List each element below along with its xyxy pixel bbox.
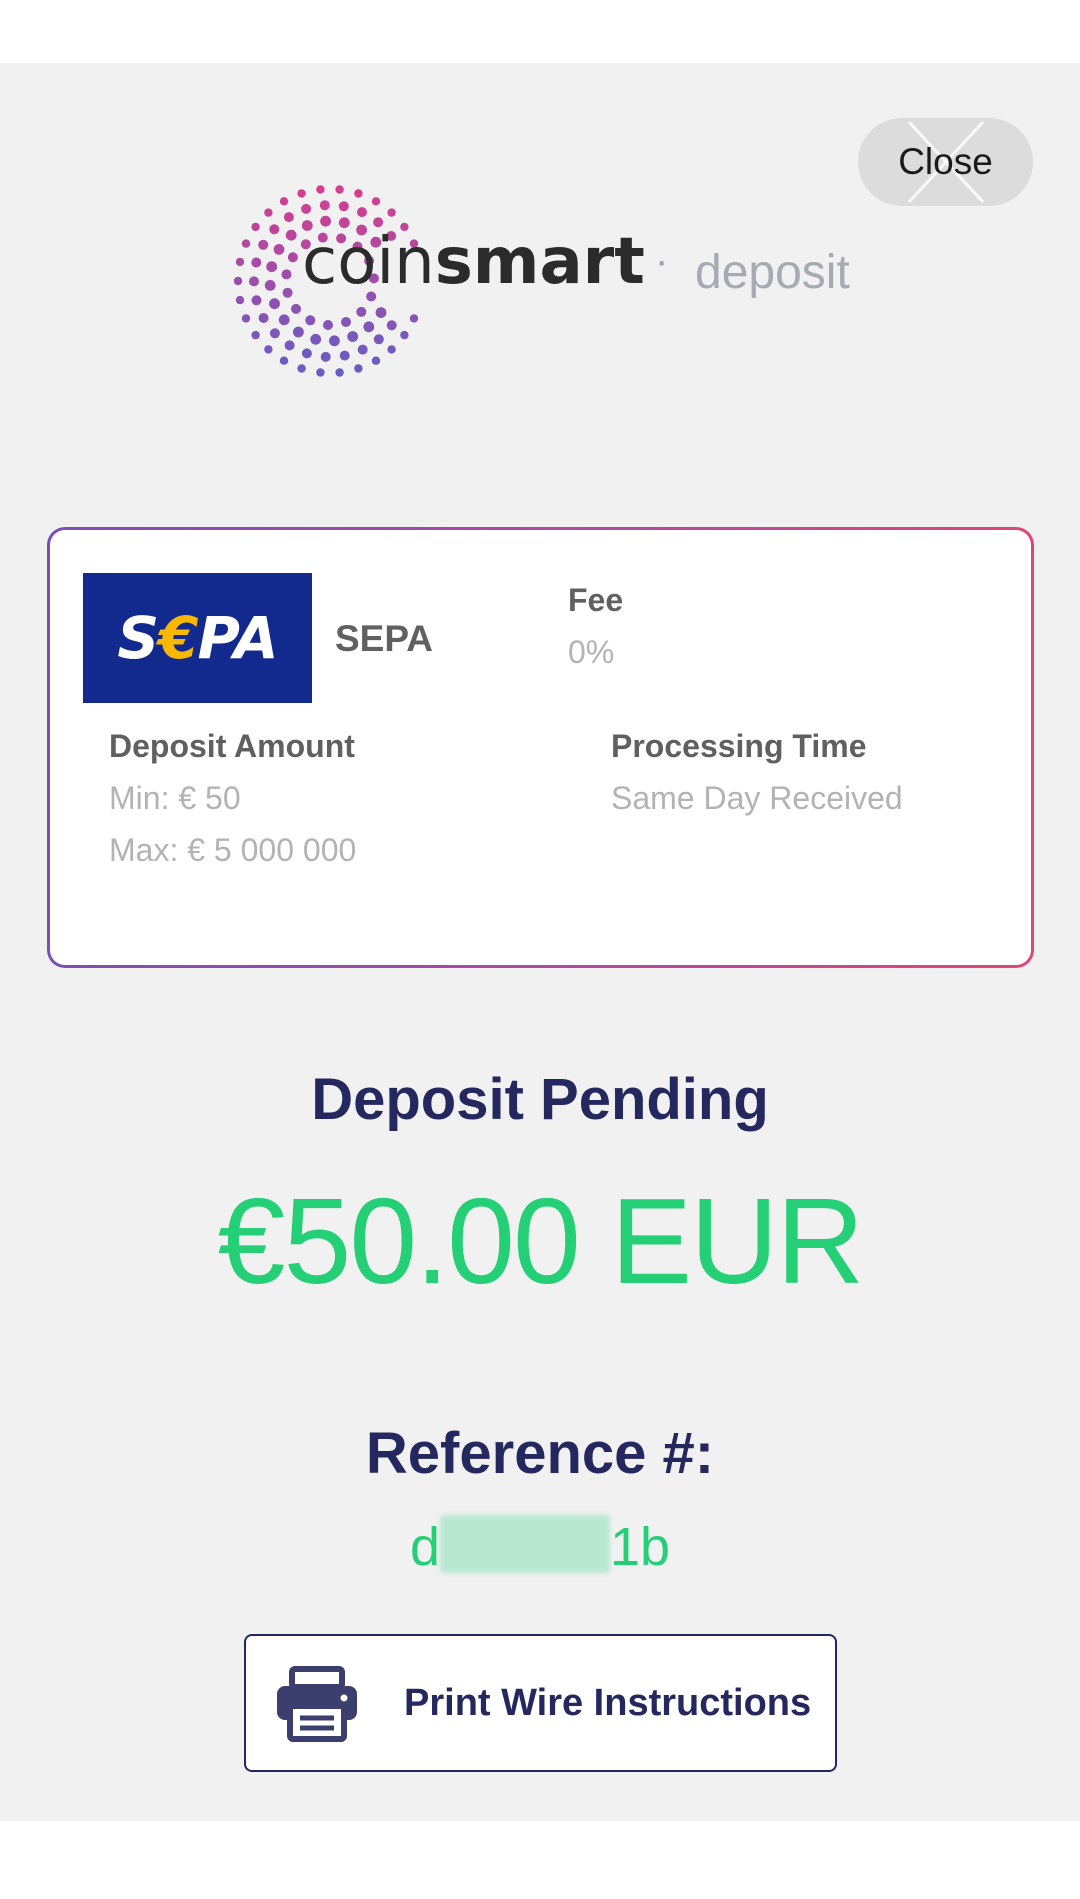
deposit-status-title: Deposit Pending bbox=[311, 1067, 769, 1132]
reference-masked bbox=[439, 1515, 610, 1573]
deposit-amount-label: Deposit Amount bbox=[109, 728, 355, 764]
logo-dot bbox=[251, 222, 260, 232]
logo-dot bbox=[357, 344, 368, 355]
logo-dot bbox=[319, 200, 330, 211]
logo-dot bbox=[371, 197, 381, 206]
reference-title: Reference #: bbox=[365, 1421, 715, 1486]
logo-dot bbox=[266, 261, 278, 273]
close-button[interactable]: Close bbox=[858, 118, 1033, 206]
logo-dot bbox=[293, 326, 304, 338]
logo-dot bbox=[264, 280, 276, 291]
logo-dot bbox=[281, 269, 292, 280]
logo-dot bbox=[387, 345, 396, 354]
payment-method-card: S€PA SEPA Fee 0% Deposit Amount Min: € 5… bbox=[47, 527, 1034, 968]
method-name: SEPA bbox=[335, 618, 434, 659]
logo-dot bbox=[357, 207, 367, 218]
deposit-max-value: Max: € 5 000 000 bbox=[109, 832, 357, 868]
fee-label: Fee bbox=[568, 582, 624, 618]
processing-time-value: Same Day Received bbox=[611, 780, 903, 816]
logo-dot bbox=[273, 244, 285, 255]
logo-dot bbox=[347, 331, 359, 342]
logo-dot bbox=[249, 276, 259, 287]
sepa-logo-pa: PA bbox=[197, 604, 279, 672]
logo-dot bbox=[338, 201, 349, 212]
print-wire-instructions-button[interactable]: Print Wire Instructions bbox=[244, 1634, 837, 1772]
sepa-logo-euro: € bbox=[158, 604, 198, 672]
logo-dot bbox=[301, 203, 312, 214]
printer-icon bbox=[277, 1666, 357, 1742]
logo-dot bbox=[284, 340, 295, 351]
deposit-min-value: Min: € 50 bbox=[109, 780, 241, 816]
logo-dot bbox=[241, 314, 251, 323]
reference-suffix: 1b bbox=[609, 1517, 671, 1577]
logo-dot bbox=[339, 350, 350, 361]
logo-dot bbox=[251, 295, 262, 306]
logo-dot bbox=[323, 320, 333, 330]
brand-wordmark-bold: smart bbox=[434, 225, 645, 299]
logo-dot bbox=[341, 317, 351, 327]
logo-dot bbox=[329, 335, 340, 347]
logo-dot bbox=[251, 257, 262, 268]
processing-time-label: Processing Time bbox=[611, 728, 867, 764]
logo-dot bbox=[278, 314, 290, 326]
logo-dot bbox=[233, 276, 243, 286]
logo-dot bbox=[264, 208, 273, 217]
logo-dot bbox=[279, 197, 289, 206]
logo-dot bbox=[235, 257, 245, 267]
logo-dot bbox=[241, 239, 251, 248]
logo-dot bbox=[356, 306, 367, 317]
logo-dot bbox=[386, 320, 397, 331]
logo-dot bbox=[291, 303, 301, 314]
logo-dot bbox=[387, 208, 396, 217]
logo-dot bbox=[235, 295, 245, 305]
logo-dot bbox=[297, 364, 306, 373]
close-label: Close bbox=[898, 141, 993, 182]
logo-dot bbox=[269, 298, 280, 310]
brand-wordmark-light: coin bbox=[302, 225, 435, 299]
logo-dot bbox=[354, 364, 363, 373]
print-wire-instructions-label: Print Wire Instructions bbox=[404, 1682, 812, 1724]
logo-dot bbox=[320, 351, 331, 362]
logo-separator: · bbox=[655, 239, 669, 283]
fee-value: 0% bbox=[568, 634, 615, 670]
logo-dot bbox=[285, 229, 297, 241]
logo-dot bbox=[373, 334, 384, 345]
logo-dot bbox=[335, 368, 344, 377]
logo-dot bbox=[297, 189, 306, 198]
logo-dot bbox=[258, 313, 269, 323]
deposit-page: Close coinsmart · deposit S€PA SEPA Fee … bbox=[0, 63, 1080, 1821]
reference-prefix: d bbox=[409, 1517, 440, 1577]
logo-dot bbox=[269, 328, 280, 339]
logo-dot bbox=[279, 356, 289, 365]
logo-dot bbox=[251, 330, 260, 340]
logo-dot bbox=[316, 185, 325, 194]
logo-dot bbox=[269, 224, 280, 235]
logo-dot bbox=[354, 189, 363, 198]
logo-dot bbox=[305, 315, 316, 326]
sepa-logo: S€PA bbox=[83, 573, 312, 703]
logo-dot bbox=[400, 330, 409, 340]
logo-dot bbox=[258, 239, 269, 250]
reference-value: d 1b bbox=[0, 1515, 1080, 1578]
sepa-logo-s: S bbox=[117, 604, 159, 672]
logo-dot bbox=[371, 356, 381, 365]
brand-wordmark: coinsmart bbox=[302, 225, 645, 299]
logo-dot bbox=[335, 185, 344, 194]
logo-dot bbox=[282, 287, 293, 298]
logo-dot bbox=[264, 345, 273, 354]
page-subtitle: deposit bbox=[695, 246, 850, 299]
logo-dot bbox=[409, 314, 419, 323]
deposit-amount: €50.00 EUR bbox=[217, 1173, 865, 1309]
logo-dot bbox=[283, 212, 294, 223]
logo-dot bbox=[310, 333, 322, 345]
logo-dot bbox=[301, 348, 312, 359]
brand-logo: coinsmart · deposit bbox=[230, 181, 870, 381]
logo-dot bbox=[375, 307, 387, 318]
logo-dot bbox=[287, 252, 298, 263]
logo-dot bbox=[316, 368, 325, 377]
logo-dot bbox=[363, 321, 375, 333]
